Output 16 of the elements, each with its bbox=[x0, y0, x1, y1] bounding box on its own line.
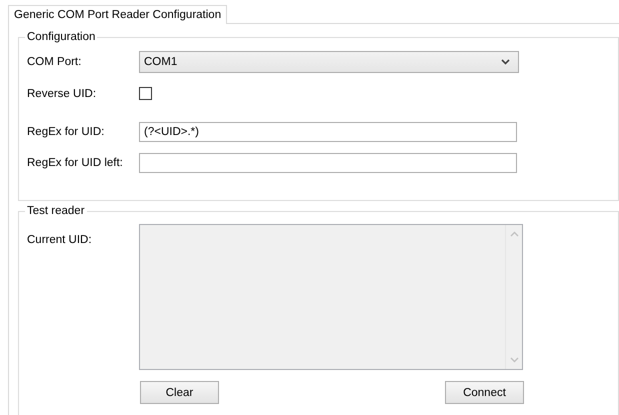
input-field[interactable]: (?<UID>.*) bbox=[139, 122, 517, 142]
com-port-dropdown[interactable]: COM1 bbox=[139, 51, 519, 73]
chevron-down-icon bbox=[501, 59, 510, 65]
group-title: Configuration bbox=[25, 30, 98, 44]
checkbox[interactable] bbox=[139, 87, 152, 100]
field-label: COM Port: bbox=[26, 56, 82, 68]
action-button[interactable]: Clear bbox=[140, 381, 219, 404]
input-field[interactable] bbox=[139, 153, 517, 173]
field-label: Current UID: bbox=[26, 233, 93, 246]
field-label: RegEx for UID: bbox=[26, 126, 106, 138]
field-label: Reverse UID: bbox=[26, 88, 98, 100]
tab[interactable]: Generic COM Port Reader Configuration bbox=[8, 5, 228, 24]
scroll-down-icon bbox=[510, 357, 518, 363]
field-label: RegEx for UID left: bbox=[26, 157, 124, 169]
action-button[interactable]: Connect bbox=[445, 381, 524, 404]
scroll-up-icon bbox=[510, 231, 518, 237]
